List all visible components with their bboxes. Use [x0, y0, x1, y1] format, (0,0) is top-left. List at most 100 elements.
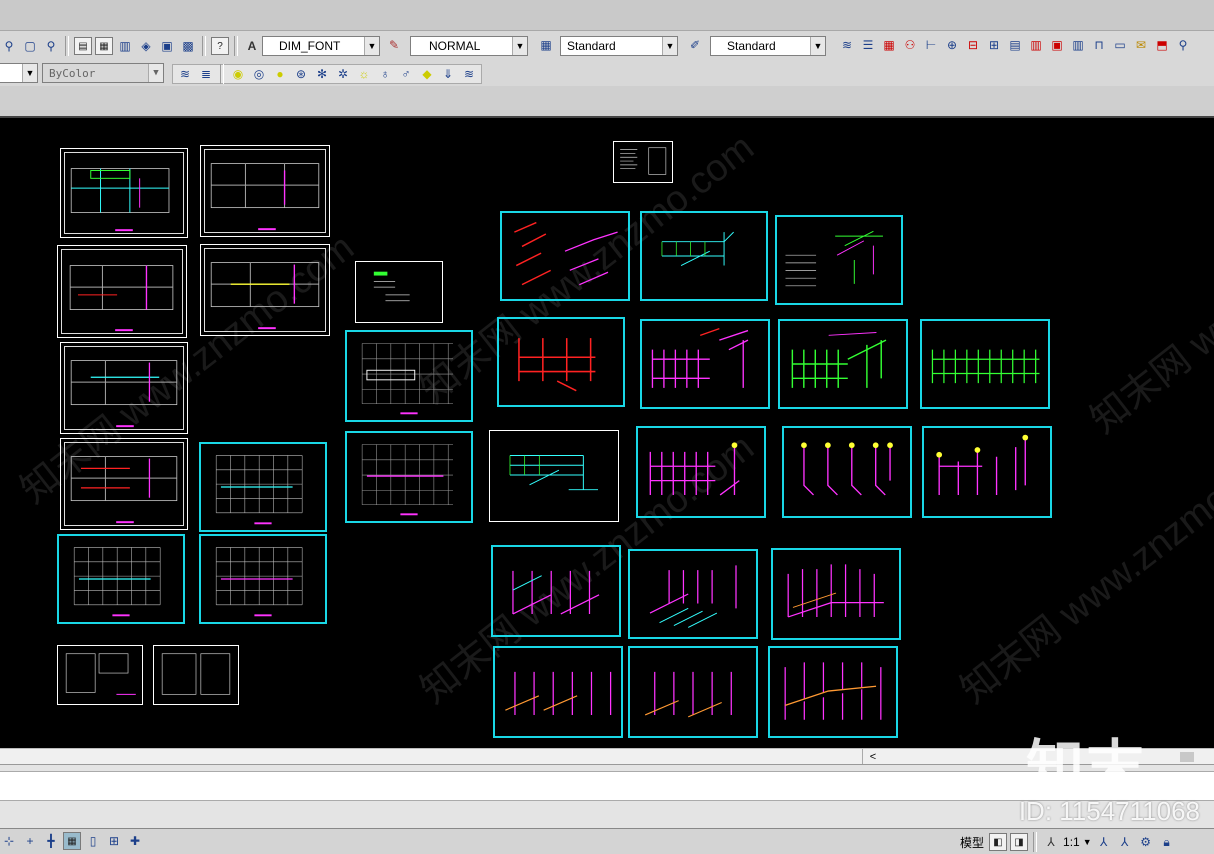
distribute-icon[interactable]: ⊞: [985, 36, 1003, 54]
annotation-visibility-icon[interactable]: ⅄: [1095, 833, 1113, 851]
chevron-down-icon[interactable]: ▼: [662, 37, 677, 55]
color-control-select[interactable]: ByColor ▼: [42, 63, 164, 83]
mail-icon[interactable]: ✉: [1132, 36, 1150, 54]
lock-icon[interactable]: ♁: [376, 65, 394, 83]
lock-ui-icon[interactable]: 🔒︎: [1158, 833, 1176, 851]
thaw-icon[interactable]: ✲: [334, 65, 352, 83]
grid-toggle-icon[interactable]: +: [21, 832, 39, 850]
linetype-select[interactable]: ▼: [0, 63, 38, 83]
help-icon[interactable]: ?: [211, 37, 229, 55]
detail-sheet[interactable]: [153, 645, 239, 705]
layer-previous-icon[interactable]: ≣: [197, 65, 215, 83]
detail-sheet[interactable]: [57, 645, 143, 705]
window-icon[interactable]: ▭: [1111, 36, 1129, 54]
chevron-down-icon[interactable]: ▼: [364, 37, 379, 55]
freeze-icon[interactable]: ✻: [313, 65, 331, 83]
grid-icon[interactable]: ▦: [880, 36, 898, 54]
table-icon[interactable]: ▤: [1006, 36, 1024, 54]
pipe-system-sheet[interactable]: [497, 317, 625, 407]
floor-plan-sheet[interactable]: [60, 342, 188, 434]
layer-delete-icon[interactable]: ≋: [460, 65, 478, 83]
pipe-system-sheet[interactable]: [775, 215, 903, 305]
sheet-set-icon[interactable]: ◈: [137, 37, 155, 55]
layer-icon[interactable]: ≋: [176, 65, 194, 83]
workspace-gear-icon[interactable]: ⚙: [1137, 833, 1155, 851]
unlock-icon[interactable]: ♂: [397, 65, 415, 83]
grid-plan-sheet[interactable]: [345, 330, 473, 422]
pipe-system-sheet[interactable]: [493, 646, 623, 738]
branch-icon[interactable]: ⊢: [922, 36, 940, 54]
chevron-down-icon[interactable]: ▼: [810, 37, 825, 55]
align-icon[interactable]: ⊟: [964, 36, 982, 54]
publish-icon[interactable]: ⬒: [1153, 36, 1171, 54]
pipe-system-sheet[interactable]: [771, 548, 901, 640]
model-tab[interactable]: 模型: [958, 834, 986, 851]
layout-icon[interactable]: ◧: [989, 833, 1008, 851]
layer-merge-icon[interactable]: ⇓: [439, 65, 457, 83]
floor-plan-sheet[interactable]: [200, 145, 330, 237]
layer-states-icon[interactable]: ☰: [859, 36, 877, 54]
floor-plan-sheet[interactable]: [57, 245, 187, 338]
layer-on-icon[interactable]: ●: [271, 65, 289, 83]
table-style-icon[interactable]: ▦: [537, 36, 555, 54]
snap-icon[interactable]: ⊹: [0, 832, 18, 850]
properties-icon[interactable]: ▤: [74, 37, 92, 55]
calculator-icon[interactable]: ▩: [179, 37, 197, 55]
chevron-down-icon[interactable]: ▼: [148, 64, 163, 82]
pipe-system-sheet[interactable]: [500, 211, 630, 301]
link-icon[interactable]: ⚲: [1174, 36, 1192, 54]
dimension-style-select[interactable]: NORMAL ▼: [410, 36, 528, 56]
pipe-system-sheet[interactable]: [920, 319, 1050, 409]
hierarchy-icon[interactable]: ⚇: [901, 36, 919, 54]
pipe-system-sheet[interactable]: [778, 319, 908, 409]
columns-icon[interactable]: ▥: [1069, 36, 1087, 54]
tracking-icon[interactable]: ⊞: [105, 832, 123, 850]
structural-grid-sheet[interactable]: [199, 534, 327, 624]
ortho-icon[interactable]: ╋: [42, 832, 60, 850]
layer-properties-icon[interactable]: ≋: [838, 36, 856, 54]
frame-icon[interactable]: ⊓: [1090, 36, 1108, 54]
polar-icon[interactable]: ▦: [63, 832, 81, 850]
layer-match-icon[interactable]: ◆: [418, 65, 436, 83]
table-style-select[interactable]: Standard ▼: [560, 36, 678, 56]
structural-grid-sheet[interactable]: [199, 442, 327, 532]
pipe-system-sheet[interactable]: [640, 319, 770, 409]
multileader-style-select[interactable]: Standard ▼: [710, 36, 826, 56]
structural-grid-sheet[interactable]: [57, 534, 185, 624]
pipe-system-sheet[interactable]: [640, 211, 768, 301]
auto-scale-icon[interactable]: ⅄: [1116, 833, 1134, 851]
dim-style-icon[interactable]: ✎: [385, 36, 403, 54]
zoom-icon[interactable]: ⚲: [0, 37, 18, 55]
annotation-scale-value[interactable]: 1:1: [1063, 835, 1080, 849]
design-center-icon[interactable]: ▦: [95, 37, 113, 55]
crosshair-icon[interactable]: ⊕: [943, 36, 961, 54]
pipe-system-sheet[interactable]: [491, 545, 621, 637]
dynamic-input-icon[interactable]: ✚: [126, 832, 144, 850]
floor-plan-sheet[interactable]: [200, 244, 330, 336]
pipe-system-sheet[interactable]: [489, 430, 619, 522]
pipe-system-sheet[interactable]: [636, 426, 766, 518]
drawing-canvas[interactable]: 知末网 www.znzmo.com 知末网 www.znzmo.com 知末网 …: [0, 118, 1214, 748]
scroll-thumb[interactable]: [1180, 752, 1194, 762]
multileader-style-icon[interactable]: ✐: [686, 36, 704, 54]
pipe-system-sheet[interactable]: [782, 426, 912, 518]
zoom-previous-icon[interactable]: ⚲: [42, 37, 60, 55]
bulb-icon[interactable]: ◉: [229, 65, 247, 83]
markup-icon[interactable]: ▣: [158, 37, 176, 55]
pipe-system-sheet[interactable]: [922, 426, 1052, 518]
chevron-down-icon[interactable]: ▼: [1083, 837, 1092, 847]
floor-plan-sheet[interactable]: [60, 148, 188, 238]
chart-icon[interactable]: ▥: [1027, 36, 1045, 54]
pipe-system-sheet[interactable]: [768, 646, 898, 738]
chevron-down-icon[interactable]: ▼: [512, 37, 527, 55]
annotation-scale-icon[interactable]: ⅄: [1042, 833, 1060, 851]
report-icon[interactable]: ▣: [1048, 36, 1066, 54]
object-snap-icon[interactable]: ▯: [84, 832, 102, 850]
layout2-icon[interactable]: ◨: [1010, 833, 1029, 851]
layer-off-icon[interactable]: ⊛: [292, 65, 310, 83]
text-style-icon[interactable]: A: [243, 37, 261, 55]
grid-plan-sheet[interactable]: [345, 431, 473, 523]
legend-sheet[interactable]: [355, 261, 443, 323]
layer-isolate-icon[interactable]: ◎: [250, 65, 268, 83]
text-style-select[interactable]: DIM_FONT ▼: [262, 36, 380, 56]
